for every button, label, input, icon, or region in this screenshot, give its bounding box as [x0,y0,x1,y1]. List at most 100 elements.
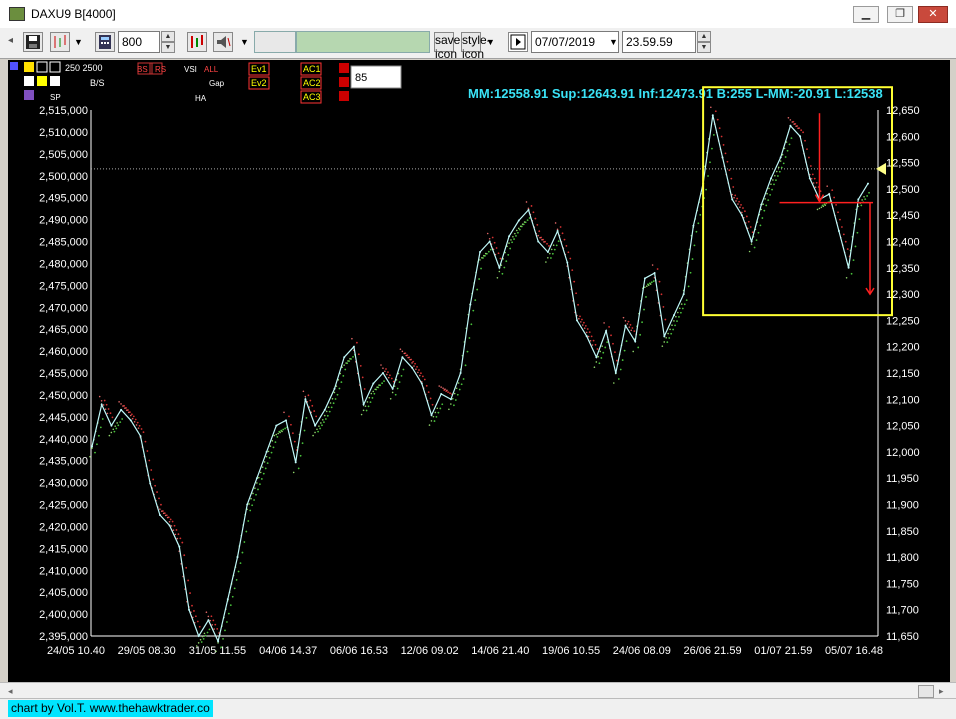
close-x-icon[interactable] [339,77,349,87]
indicator-btn-vsi[interactable]: VSI [184,65,197,74]
scroll-right-arrow-icon[interactable]: ▸ [939,686,944,697]
indicator-btn-bs-red[interactable]: BS [137,65,148,74]
indicator-color-swatch[interactable] [37,76,47,86]
green-dot [263,461,266,463]
indicator-color-swatch[interactable] [24,62,34,72]
indicator-color-swatch[interactable] [36,61,48,73]
price-point [285,419,287,422]
time-up-icon[interactable]: ▲ [697,31,711,42]
volume-dropdown-icon[interactable]: ▼ [240,37,249,59]
indicator-btn-bs[interactable]: B/S [90,78,105,88]
red-dot [660,293,663,296]
green-dot [199,638,202,641]
style-chart-icon[interactable]: style-icon [461,32,491,61]
x-axis-tick-label: 31/05 11.55 [189,645,246,657]
green-dot [460,383,463,386]
red-dot [390,377,393,380]
green-dot [345,362,347,364]
window-titlebar: DAXU9 B[4000] ▁ ❐ ✕ [0,0,956,29]
bars-down-icon[interactable]: ▼ [161,42,175,53]
save-chart-icon[interactable]: save-icon [434,32,464,61]
horizontal-scrollbar[interactable]: ◂ ▸ [0,682,956,699]
green-dot [336,393,339,396]
green-dot [510,239,512,241]
indicator-btn-ev2[interactable]: Ev2 [251,78,267,88]
bars-up-icon[interactable]: ▲ [161,31,175,42]
date-dropdown-icon[interactable]: ▼ [609,37,618,59]
green-dot [243,541,246,543]
indicator-btn-all[interactable]: ALL [204,65,219,74]
red-dot [442,387,444,389]
green-dot [227,612,230,615]
green-dot [778,170,781,173]
close-button[interactable]: ✕ [918,6,948,23]
green-dot [200,641,203,643]
red-dot [137,427,140,429]
left-axis-tick-label: 2,465,000 [39,324,88,336]
price-point [459,372,462,374]
indicator-color-swatch[interactable] [50,76,60,86]
red-dot [569,257,572,260]
left-axis-tick-label: 2,415,000 [39,543,88,555]
indicator-color-swatch[interactable] [49,61,61,73]
chart-area[interactable]: 250 2500 B/S RS VSI ALL BS Gap HA SP Ev1… [8,60,950,682]
indicator-btn-ac2[interactable]: AC2 [303,78,321,88]
maximize-button[interactable]: ❐ [887,6,913,23]
indicator-color-swatch[interactable] [10,62,18,70]
indicator-color-swatch[interactable] [24,90,34,100]
green-dot [748,250,751,253]
volume-icon[interactable] [213,32,233,52]
green-dot [548,252,551,255]
price-point [100,403,103,406]
red-dot [749,226,752,228]
indicator-btn-ac3[interactable]: AC3 [303,92,321,102]
right-axis-tick-label: 12,000 [886,447,920,459]
price-point [275,424,278,427]
bars-chart-icon[interactable] [187,32,207,52]
time-input[interactable]: 23.59.59 [622,31,696,53]
chart-type-dropdown-icon[interactable]: ▼ [74,37,83,59]
scroll-left-arrow-icon[interactable]: ◂ [8,686,13,697]
scroll-thumb[interactable] [918,685,934,698]
price-point [837,229,840,232]
green-dot [284,427,287,430]
green-dot [343,364,345,366]
style-dropdown-icon[interactable]: ▼ [486,37,495,59]
price-point [576,319,578,322]
close-x-icon[interactable] [339,63,349,73]
scroll-left-icon[interactable]: ◂ [8,35,13,57]
green-dot [750,243,753,245]
play-icon[interactable] [508,32,528,52]
green-dot [398,381,401,384]
time-down-icon[interactable]: ▼ [697,42,711,53]
red-dot [159,508,161,510]
save-disk-icon[interactable] [23,32,43,52]
green-dot [668,337,671,339]
indicator-color-swatch[interactable] [24,76,34,86]
close-x-icon[interactable] [339,91,349,101]
green-dot [349,358,351,360]
green-dot [121,418,124,420]
price-point [527,208,530,211]
indicator-btn-ha[interactable]: HA [195,94,207,103]
green-dot [676,320,678,323]
green-dot [247,520,250,522]
indicator-btn-sp[interactable]: SP [50,93,61,102]
minimize-button[interactable]: ▁ [853,6,879,23]
bars-count-input[interactable]: 800 [118,31,160,53]
chart-type-icon[interactable] [50,32,70,52]
indicator-btn-ac1[interactable]: AC1 [303,64,321,74]
toolbar-blank-field[interactable] [254,31,296,53]
indicator-btn-gap[interactable]: Gap [209,79,225,88]
calculator-icon[interactable] [95,32,115,52]
red-dot [581,318,583,321]
price-point [789,124,792,127]
green-dot [436,407,439,410]
green-dot [693,244,696,247]
indicator-btn-ev1[interactable]: Ev1 [251,64,267,74]
left-axis-tick-label: 2,405,000 [39,587,88,599]
indicator-btn-rs[interactable]: RS [155,65,166,74]
green-dot [517,231,519,234]
date-input[interactable]: 07/07/2019 [531,31,619,53]
green-dot [707,175,709,177]
